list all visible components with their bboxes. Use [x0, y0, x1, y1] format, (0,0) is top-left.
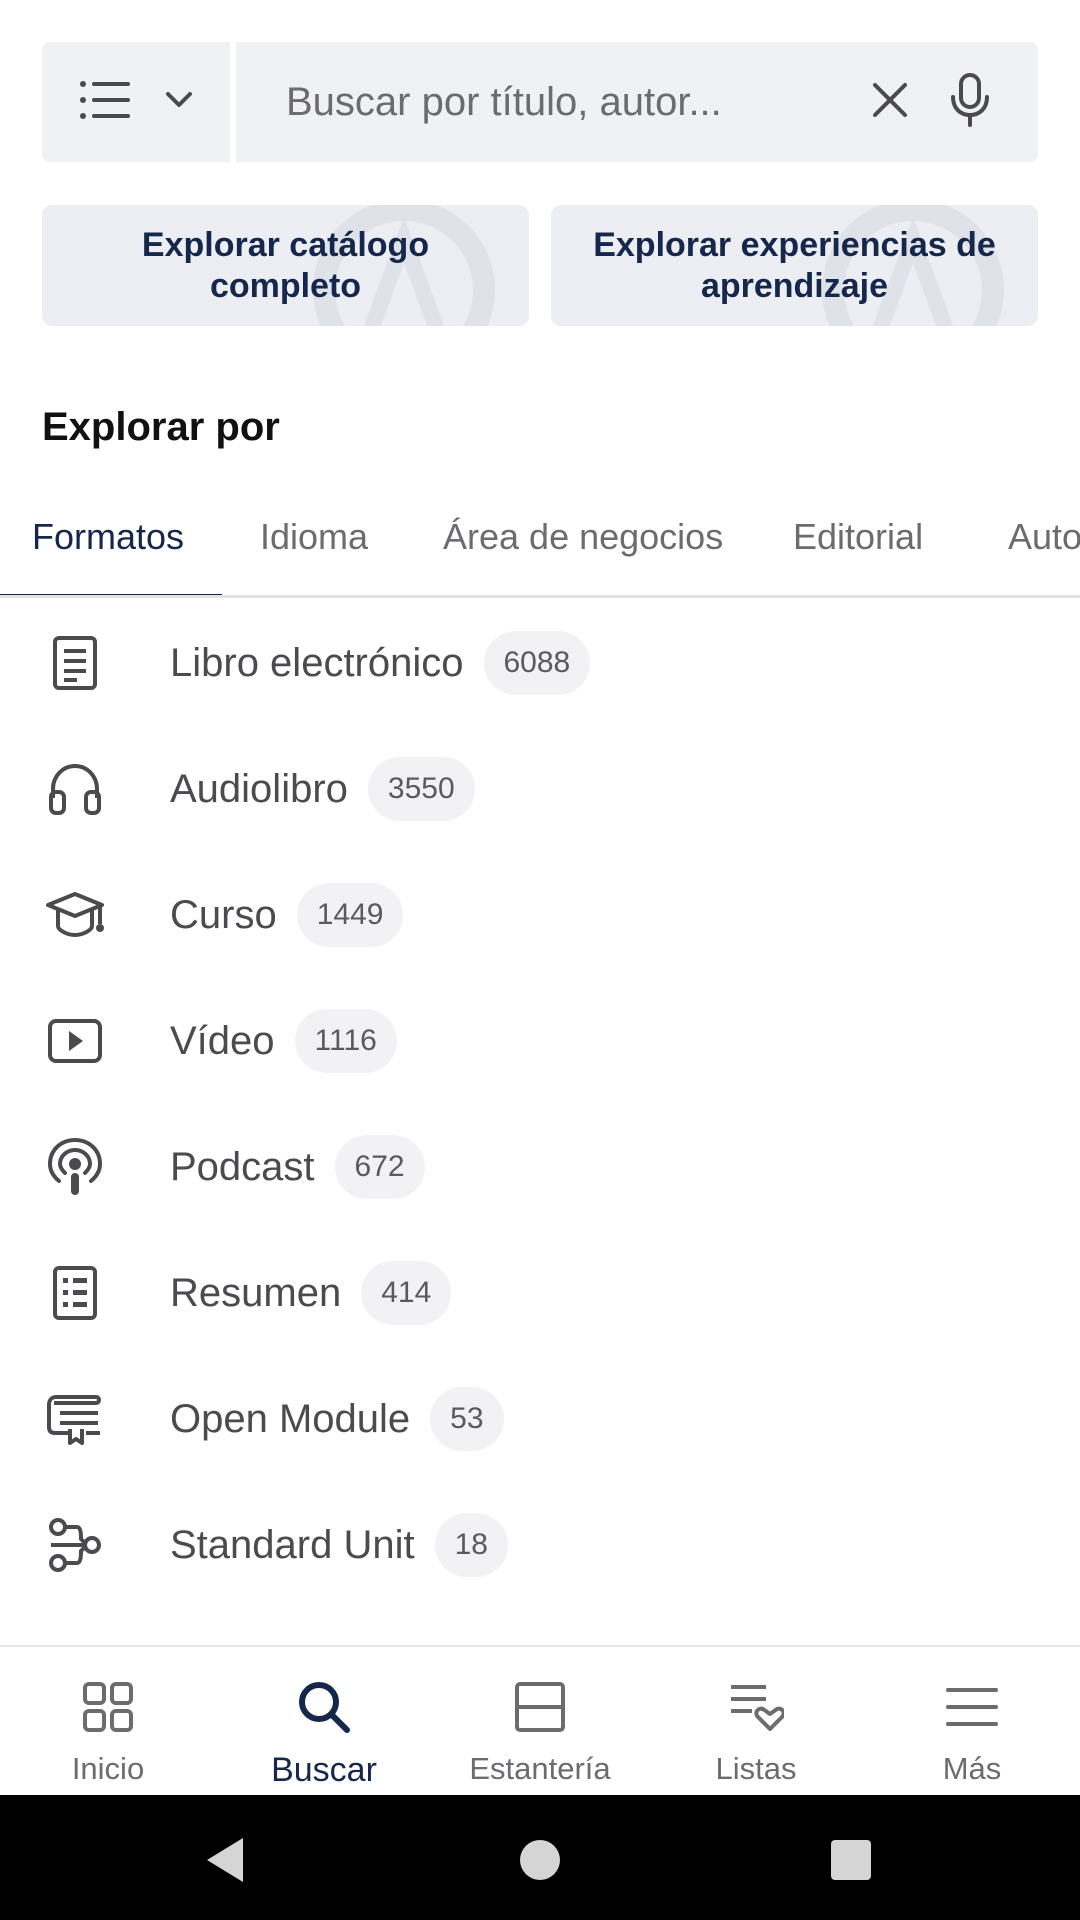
format-item-course[interactable]: Curso 1449: [0, 852, 1080, 978]
tab-language[interactable]: Idioma: [260, 516, 368, 558]
recents-square-icon: [831, 1840, 871, 1880]
summary-icon: [38, 1256, 112, 1330]
grid-icon: [76, 1675, 140, 1739]
voice-search-button[interactable]: [930, 62, 1010, 142]
format-label: Resumen: [170, 1270, 342, 1315]
search-icon: [292, 1675, 356, 1739]
explore-cards: Explorar catálogo completo Explorar expe…: [42, 205, 1038, 326]
format-label: Open Module: [170, 1396, 411, 1441]
standard-unit-icon: [38, 1508, 112, 1582]
format-list: Libro electrónico 6088 Audiolibro 3550 C…: [0, 600, 1080, 1608]
format-item-audiobook[interactable]: Audiolibro 3550: [0, 726, 1080, 852]
headphones-icon: [38, 752, 112, 826]
format-label: Podcast: [170, 1144, 315, 1189]
bottom-nav: Inicio Buscar Estantería Listas Más: [0, 1645, 1080, 1795]
format-item-standard-unit[interactable]: Standard Unit 18: [0, 1482, 1080, 1608]
video-play-icon: [38, 1004, 112, 1078]
format-label: Vídeo: [170, 1018, 275, 1063]
home-button[interactable]: [515, 1835, 565, 1885]
count-badge: 1116: [294, 1009, 397, 1073]
clear-button[interactable]: [850, 62, 930, 142]
close-icon: [872, 82, 908, 123]
nav-label: Inicio: [71, 1751, 145, 1786]
open-module-icon: [38, 1382, 112, 1456]
count-badge: 3550: [367, 757, 475, 821]
nav-item-shelf[interactable]: Estantería: [432, 1647, 648, 1795]
chevron-down-icon: [165, 91, 193, 114]
search-type-dropdown[interactable]: [42, 42, 230, 162]
format-item-podcast[interactable]: Podcast 672: [0, 1104, 1080, 1230]
list-heart-icon: [724, 1675, 788, 1739]
tab-author[interactable]: Autor: [1008, 516, 1080, 558]
graduation-cap-icon: [38, 878, 112, 952]
shelf-icon: [508, 1675, 572, 1739]
format-label: Audiolibro: [170, 766, 348, 811]
ebook-icon: [38, 626, 112, 700]
count-badge: 53: [430, 1387, 504, 1451]
back-button[interactable]: [200, 1835, 250, 1885]
explore-catalog-label: Explorar catálogo completo: [141, 225, 430, 305]
search-input[interactable]: [286, 79, 850, 125]
podcast-icon: [38, 1130, 112, 1204]
active-tab-indicator: [0, 594, 222, 595]
list-icon: [79, 80, 131, 125]
count-badge: 672: [334, 1135, 425, 1199]
tab-formats[interactable]: Formatos: [32, 516, 184, 558]
format-label: Standard Unit: [170, 1522, 415, 1567]
menu-icon: [940, 1675, 1004, 1739]
tab-publisher[interactable]: Editorial: [793, 516, 923, 558]
search-bar: [42, 42, 1038, 162]
tab-business-area[interactable]: Área de negocios: [443, 516, 723, 558]
format-item-video[interactable]: Vídeo 1116: [0, 978, 1080, 1104]
count-badge: 1449: [296, 883, 404, 947]
system-navigation-bar: [0, 1795, 1080, 1920]
microphone-icon: [950, 72, 990, 132]
back-triangle-icon: [207, 1838, 243, 1882]
nav-label: Buscar: [271, 1751, 377, 1789]
search-field: [236, 42, 1038, 162]
format-item-summary[interactable]: Resumen 414: [0, 1230, 1080, 1356]
nav-item-more[interactable]: Más: [864, 1647, 1080, 1795]
explore-learning-label: Explorar experiencias de aprendizaje: [593, 225, 996, 305]
recents-button[interactable]: [826, 1835, 876, 1885]
format-item-ebook[interactable]: Libro electrónico 6088: [0, 600, 1080, 726]
nav-label: Listas: [715, 1751, 797, 1786]
format-label: Libro electrónico: [170, 640, 464, 685]
nav-label: Estantería: [469, 1751, 611, 1786]
home-circle-icon: [520, 1840, 560, 1880]
explore-learning-card[interactable]: Explorar experiencias de aprendizaje: [551, 205, 1038, 326]
nav-item-home[interactable]: Inicio: [0, 1647, 216, 1795]
nav-item-search[interactable]: Buscar: [216, 1647, 432, 1795]
format-item-open-module[interactable]: Open Module 53: [0, 1356, 1080, 1482]
explore-catalog-card[interactable]: Explorar catálogo completo: [42, 205, 529, 326]
browse-tabs: Formatos Idioma Área de negocios Editori…: [0, 500, 1080, 598]
section-title: Explorar por: [42, 405, 280, 449]
count-badge: 18: [434, 1513, 508, 1577]
nav-item-lists[interactable]: Listas: [648, 1647, 864, 1795]
nav-label: Más: [942, 1751, 1002, 1786]
count-badge: 6088: [483, 631, 591, 695]
count-badge: 414: [361, 1261, 452, 1325]
format-label: Curso: [170, 892, 277, 937]
